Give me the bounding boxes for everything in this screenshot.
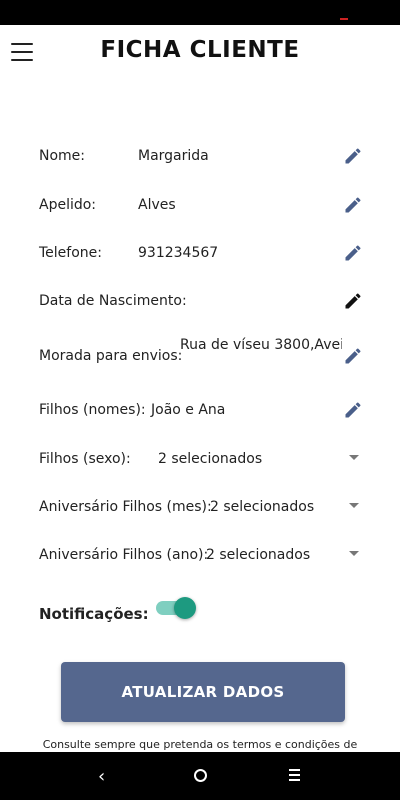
- system-nav-bar: ‹: [0, 752, 400, 800]
- terms-text: Consulte sempre que pretenda os termos e…: [42, 738, 358, 751]
- field-value: 931234567: [138, 245, 219, 261]
- field-label: Aniversário Filhos (ano):: [39, 547, 209, 563]
- field-nascimento: Data de Nascimento:: [39, 283, 369, 319]
- field-label: Filhos (sexo):: [39, 451, 131, 467]
- field-label: Apelido:: [39, 197, 97, 213]
- field-filhos-nomes: Filhos (nomes): João e Ana: [39, 392, 369, 428]
- field-value: 2 selecionados: [206, 547, 311, 563]
- home-icon[interactable]: [194, 769, 207, 782]
- dropdown-arrow-icon[interactable]: [349, 551, 359, 556]
- field-value: 2 selecionados: [210, 499, 315, 515]
- pencil-icon[interactable]: [343, 346, 363, 366]
- address-value: Rua de víseu 3800,Aveiro: [180, 337, 342, 353]
- field-value: João e Ana: [151, 402, 226, 418]
- page-title: FICHA CLIENTE: [100, 37, 300, 63]
- field-aniversario-mes[interactable]: Aniversário Filhos (mes): 2 selecionados: [39, 489, 369, 525]
- notifications-toggle[interactable]: [156, 597, 196, 620]
- pencil-icon[interactable]: [343, 195, 363, 215]
- pencil-icon[interactable]: [343, 243, 363, 263]
- status-bar: [0, 0, 400, 25]
- notifications-label: Notificações:: [39, 605, 149, 623]
- dropdown-arrow-icon[interactable]: [349, 503, 359, 508]
- toggle-thumb: [174, 597, 196, 619]
- update-data-button[interactable]: ATUALIZAR DADOS: [61, 662, 345, 722]
- field-label: Nome:: [39, 148, 86, 164]
- status-indicator: [340, 18, 348, 20]
- pencil-icon[interactable]: [343, 400, 363, 420]
- dropdown-arrow-icon[interactable]: [349, 455, 359, 460]
- field-value: Margarida: [138, 148, 209, 164]
- recents-icon[interactable]: [289, 769, 300, 781]
- field-value: 2 selecionados: [158, 451, 263, 467]
- field-label: Telefone:: [39, 245, 102, 261]
- pencil-icon[interactable]: [343, 146, 363, 166]
- field-aniversario-ano[interactable]: Aniversário Filhos (ano): 2 selecionados: [39, 537, 369, 573]
- field-label: Morada para envios:: [39, 348, 183, 364]
- field-nome: Nome: Margarida: [39, 138, 369, 174]
- field-value: Alves: [138, 197, 176, 213]
- field-telefone: Telefone: 931234567: [39, 235, 369, 271]
- back-icon[interactable]: ‹: [98, 766, 105, 787]
- field-label: Data de Nascimento:: [39, 293, 187, 309]
- field-filhos-sexo[interactable]: Filhos (sexo): 2 selecionados: [39, 441, 369, 477]
- field-label: Aniversário Filhos (mes):: [39, 499, 212, 515]
- pencil-icon[interactable]: [343, 291, 363, 311]
- app-bar: FICHA CLIENTE: [0, 25, 400, 81]
- field-apelido: Apelido: Alves: [39, 187, 369, 223]
- field-label: Filhos (nomes):: [39, 402, 146, 418]
